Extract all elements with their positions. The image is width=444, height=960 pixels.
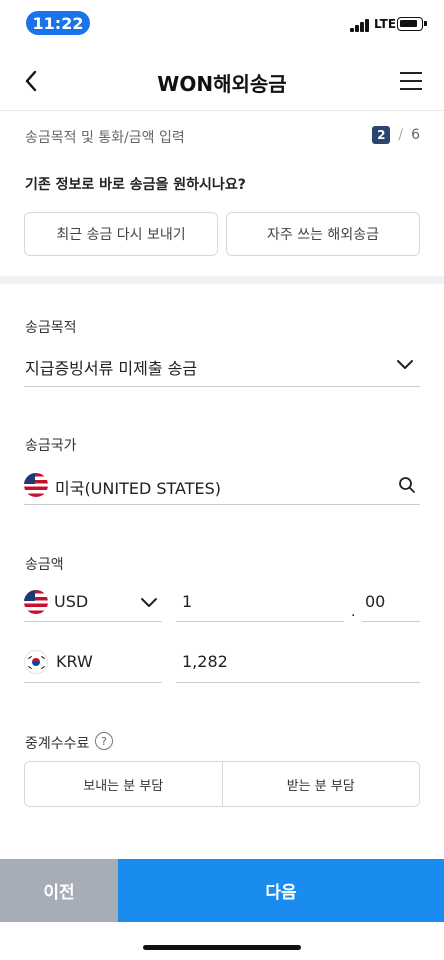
purpose-label: 송금목적 bbox=[25, 320, 77, 336]
frequent-remittance-button[interactable]: 자주 쓰는 해외송금 bbox=[226, 212, 420, 256]
receive-currency-underline bbox=[24, 682, 162, 683]
section-divider bbox=[0, 276, 444, 284]
next-button[interactable]: 다음 bbox=[118, 859, 444, 922]
step-separator: / bbox=[398, 127, 404, 143]
status-bar: 11:22 LTE bbox=[0, 0, 444, 46]
receive-amount-value: 1,282 bbox=[182, 652, 228, 671]
header: WON해외송금 bbox=[0, 52, 444, 110]
network-type: LTE bbox=[374, 17, 397, 31]
signal-icon bbox=[350, 18, 372, 32]
fee-option-toggle: 보내는 분 부담 받는 분 부담 bbox=[24, 761, 420, 807]
page-title: WON해외송금 bbox=[157, 72, 287, 96]
send-currency-select[interactable]: USD bbox=[24, 588, 164, 620]
us-flag-icon bbox=[24, 473, 48, 497]
fee-receiver-button[interactable]: 받는 분 부담 bbox=[221, 762, 419, 806]
amount-label: 송금액 bbox=[25, 557, 64, 573]
battery-icon bbox=[397, 17, 427, 31]
step-current: 2 bbox=[372, 126, 391, 144]
status-time: 11:22 bbox=[26, 11, 90, 35]
purpose-value: 지급증빙서류 미제출 송금 bbox=[25, 359, 198, 378]
menu-button[interactable] bbox=[400, 70, 424, 92]
purpose-select[interactable]: 지급증빙서류 미제출 송금 bbox=[24, 350, 420, 386]
decimal-point: . bbox=[351, 604, 356, 620]
quick-send-question: 기존 정보로 바로 송금을 원하시나요? bbox=[25, 177, 246, 193]
fee-label: 중계수수료 bbox=[25, 736, 90, 752]
home-indicator bbox=[143, 945, 301, 950]
receive-amount-underline bbox=[176, 682, 420, 683]
search-icon[interactable] bbox=[398, 476, 416, 494]
step-total: 6 bbox=[411, 127, 420, 143]
kr-flag-icon bbox=[24, 650, 48, 674]
country-field[interactable]: 미국(UNITED STATES) bbox=[24, 470, 420, 504]
question-circle-icon[interactable]: ? bbox=[95, 732, 113, 750]
us-flag-icon bbox=[24, 590, 48, 614]
chevron-down-icon bbox=[397, 360, 413, 369]
send-amount-underline bbox=[176, 621, 344, 622]
hamburger-menu-icon bbox=[400, 72, 422, 74]
country-value: 미국(UNITED STATES) bbox=[55, 479, 222, 498]
send-amount-input[interactable]: 1 bbox=[182, 592, 192, 611]
step-label: 송금목적 및 통화/금액 입력 bbox=[25, 130, 185, 146]
send-currency-code: USD bbox=[54, 592, 89, 611]
prev-button[interactable]: 이전 bbox=[0, 859, 118, 922]
receive-currency-code: KRW bbox=[56, 652, 93, 671]
chevron-down-icon bbox=[141, 598, 157, 607]
send-decimal-input[interactable]: 00 bbox=[365, 592, 385, 611]
fee-sender-button[interactable]: 보내는 분 부담 bbox=[25, 762, 222, 806]
send-decimal-underline bbox=[362, 621, 420, 622]
send-currency-underline bbox=[24, 621, 162, 622]
receive-currency: KRW bbox=[24, 648, 164, 680]
country-label: 송금국가 bbox=[25, 438, 77, 454]
recent-remittance-button[interactable]: 최근 송금 다시 보내기 bbox=[24, 212, 218, 256]
country-underline bbox=[24, 504, 420, 505]
header-divider bbox=[0, 110, 444, 111]
purpose-underline bbox=[24, 386, 420, 387]
step-counter: 2 / 6 bbox=[372, 126, 420, 144]
